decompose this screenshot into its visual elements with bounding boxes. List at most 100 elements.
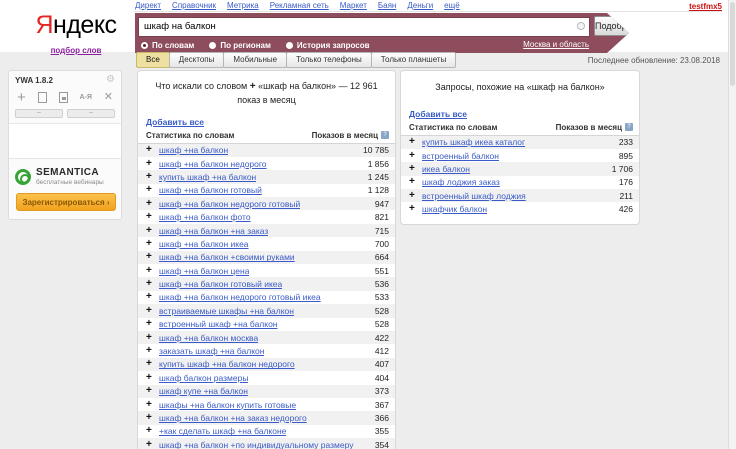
- radio-icon[interactable]: [209, 42, 216, 49]
- add-keyword-button[interactable]: +: [409, 204, 422, 214]
- region-link[interactable]: Москва и область: [523, 40, 589, 49]
- tab-phones-only[interactable]: Только телефоны: [286, 52, 372, 68]
- top-nav-link[interactable]: Деньги: [407, 1, 433, 10]
- keyword-link[interactable]: шкафчик балкон: [422, 204, 487, 214]
- wordstat-link[interactable]: подбор слов: [51, 46, 102, 55]
- add-keyword-button[interactable]: +: [409, 191, 422, 201]
- add-keyword-button[interactable]: +: [146, 172, 159, 182]
- add-keyword-button[interactable]: +: [146, 239, 159, 249]
- keyword-link[interactable]: шкаф +на балкон готовый икеа: [159, 279, 282, 289]
- keyword-link[interactable]: встроенный шкаф лоджия: [422, 191, 526, 201]
- keyword-link[interactable]: встраиваемые шкафы +на балкон: [159, 306, 294, 316]
- add-keyword-button[interactable]: +: [146, 440, 159, 449]
- add-keyword-button[interactable]: +: [146, 279, 159, 289]
- add-keyword-button[interactable]: +: [146, 333, 159, 343]
- add-keyword-button[interactable]: +: [146, 199, 159, 209]
- keyword-link[interactable]: встроенный балкон: [422, 151, 499, 161]
- username-link[interactable]: testfmx5: [689, 2, 722, 11]
- tab-mobile[interactable]: Мобильные: [223, 52, 287, 68]
- keyword-link[interactable]: шкаф +на балкон готовый: [159, 185, 262, 195]
- keyword-link[interactable]: шкаф +на балкон недорого готовый икеа: [159, 292, 321, 302]
- keyword-link[interactable]: шкаф +на балкон +своими руками: [159, 252, 295, 262]
- tab-all[interactable]: Все: [136, 52, 170, 68]
- add-keyword-button[interactable]: +: [146, 413, 159, 423]
- add-icon[interactable]: +: [17, 93, 26, 103]
- add-keyword-button[interactable]: +: [409, 164, 422, 174]
- page-scrollbar[interactable]: [728, 0, 736, 449]
- add-keyword-button[interactable]: +: [146, 159, 159, 169]
- keyword-link[interactable]: шкаф +на балкон +на заказ недорого: [159, 413, 307, 423]
- add-all-link[interactable]: Добавить все: [146, 117, 204, 127]
- keyword-link[interactable]: шкаф +на балкон: [159, 145, 228, 155]
- collapse-button[interactable]: –: [15, 109, 63, 118]
- semantica-tagline: бесплатные вебинары: [36, 179, 104, 186]
- add-keyword-button[interactable]: +: [409, 137, 422, 147]
- help-icon[interactable]: ?: [381, 131, 389, 139]
- yandex-logo[interactable]: Яндекс: [35, 11, 116, 39]
- keyword-link[interactable]: шкаф +на балкон москва: [159, 333, 258, 343]
- mode-by-words[interactable]: По словам: [141, 41, 194, 50]
- add-keyword-button[interactable]: +: [146, 185, 159, 195]
- top-nav-link[interactable]: ещё: [444, 1, 459, 10]
- keyword-link[interactable]: шкаф +на балкон недорого готовый: [159, 199, 300, 209]
- top-nav-link[interactable]: Метрика: [227, 1, 259, 10]
- keyword-link[interactable]: заказать шкаф +на балкон: [159, 346, 264, 356]
- add-keyword-button[interactable]: +: [146, 346, 159, 356]
- top-nav-link[interactable]: Директ: [135, 1, 161, 10]
- keyword-link[interactable]: шкаф балкон размеры: [159, 373, 248, 383]
- add-keyword-button[interactable]: +: [409, 177, 422, 187]
- keyword-link[interactable]: шкаф +на балкон цена: [159, 266, 249, 276]
- keyword-link[interactable]: +как сделать шкаф +на балконе: [159, 426, 286, 436]
- register-button[interactable]: Зарегистрироваться ›: [16, 193, 116, 211]
- keyword-link[interactable]: встроенный шкаф +на балкон: [159, 319, 278, 329]
- keyword-link[interactable]: купить шкаф икеа каталог: [422, 137, 525, 147]
- help-icon[interactable]: ?: [625, 123, 633, 131]
- add-keyword-button[interactable]: +: [146, 292, 159, 302]
- top-nav-link[interactable]: Справочник: [172, 1, 216, 10]
- tab-desktops[interactable]: Десктопы: [169, 52, 225, 68]
- add-keyword-button[interactable]: +: [146, 359, 159, 369]
- add-keyword-button[interactable]: +: [146, 400, 159, 410]
- keyword-link[interactable]: шкафы +на балкон купить готовые: [159, 400, 296, 410]
- clear-list-icon[interactable]: ✕: [104, 92, 113, 103]
- collapse-button[interactable]: –: [67, 109, 115, 118]
- radio-icon[interactable]: [286, 42, 293, 49]
- keyword-link[interactable]: шкаф +на балкон икеа: [159, 239, 249, 249]
- table-row: + шкаф +на балкон фото 821: [138, 210, 395, 223]
- add-keyword-button[interactable]: +: [146, 426, 159, 436]
- keyword-link[interactable]: шкаф +на балкон +на заказ: [159, 226, 268, 236]
- add-keyword-button[interactable]: +: [146, 266, 159, 276]
- keyword-link[interactable]: икеа балкон: [422, 164, 470, 174]
- keyword-link[interactable]: купить шкаф +на балкон недорого: [159, 359, 295, 369]
- scrollbar-thumb[interactable]: [730, 2, 735, 86]
- add-keyword-button[interactable]: +: [146, 145, 159, 155]
- search-input[interactable]: [138, 17, 590, 37]
- copy-icon[interactable]: [38, 92, 47, 103]
- add-keyword-button[interactable]: +: [146, 373, 159, 383]
- mode-by-regions[interactable]: По регионам: [209, 41, 271, 50]
- keyword-link[interactable]: шкаф лоджия заказ: [422, 177, 500, 187]
- add-keyword-button[interactable]: +: [146, 252, 159, 262]
- add-keyword-button[interactable]: +: [146, 386, 159, 396]
- mode-query-history[interactable]: История запросов: [286, 41, 370, 50]
- add-keyword-button[interactable]: +: [146, 226, 159, 236]
- keyword-link[interactable]: шкаф +на балкон недорого: [159, 159, 267, 169]
- add-keyword-button[interactable]: +: [146, 212, 159, 222]
- keyword-link[interactable]: шкаф купе +на балкон: [159, 386, 248, 396]
- add-all-link[interactable]: Добавить все: [409, 109, 467, 119]
- keyword-link[interactable]: купить шкаф +на балкон: [159, 172, 256, 182]
- sort-az-icon[interactable]: А-Я: [79, 94, 91, 101]
- gear-icon[interactable]: ⚙: [106, 75, 115, 85]
- keyword-link[interactable]: шкаф +на балкон фото: [159, 212, 251, 222]
- top-nav-link[interactable]: Баян: [378, 1, 396, 10]
- add-keyword-button[interactable]: +: [146, 306, 159, 316]
- top-nav-link[interactable]: Маркет: [340, 1, 367, 10]
- top-nav-link[interactable]: Рекламная сеть: [270, 1, 329, 10]
- add-keyword-button[interactable]: +: [409, 151, 422, 161]
- tab-tablets-only[interactable]: Только планшеты: [371, 52, 457, 68]
- add-keyword-button[interactable]: +: [146, 319, 159, 329]
- clear-input-icon[interactable]: [577, 22, 585, 30]
- radio-selected-icon[interactable]: [141, 42, 148, 49]
- copy-image-icon[interactable]: [59, 92, 68, 103]
- keyword-link[interactable]: шкаф +на балкон +по индивидуальному разм…: [159, 440, 354, 449]
